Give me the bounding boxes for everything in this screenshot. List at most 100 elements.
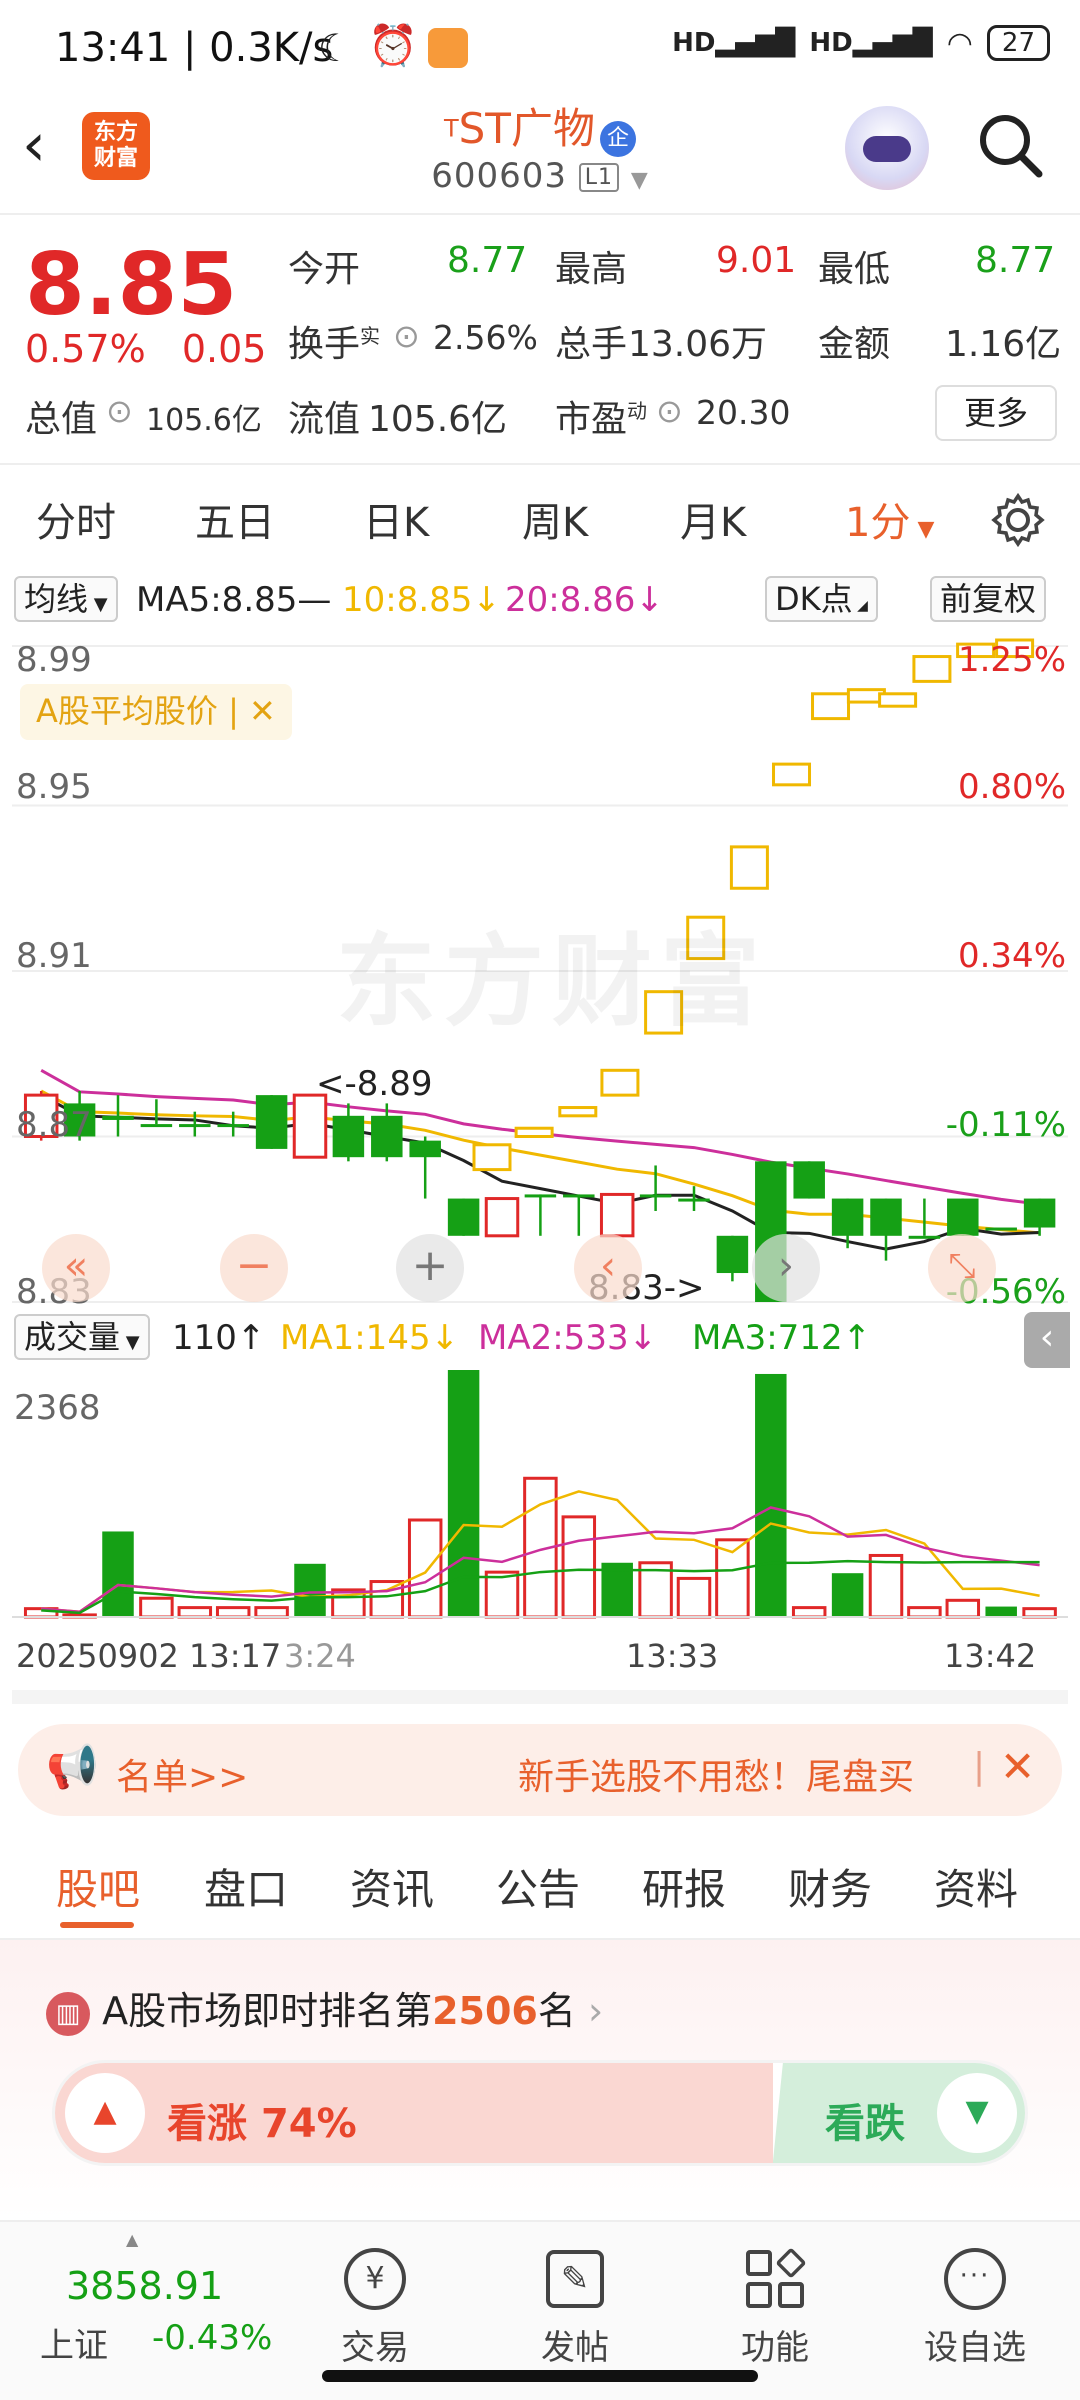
volume-bar [907, 1606, 942, 1619]
vote-up-label: 看涨 74% [167, 2101, 357, 2147]
rally-candle [772, 762, 812, 787]
volume-last: 110↑ [172, 1318, 266, 1358]
close-icon[interactable]: ✕ [1000, 1742, 1035, 1791]
index-ticker[interactable]: ▲ 3858.91 上证 -0.43% [30, 2230, 280, 2366]
info-icon-2[interactable]: ⊙ [106, 392, 133, 430]
tab-daily-k[interactable]: 日K [363, 490, 429, 548]
change-amount: 0.05 [181, 327, 267, 371]
scroll-left-button[interactable]: ‹ [574, 1234, 642, 1302]
volume-top-tick: 2368 [14, 1388, 101, 1428]
nav-add-watchlist[interactable]: ··· 设自选 [905, 2232, 1045, 2369]
tab-profile[interactable]: 资料 [934, 1856, 1018, 1917]
candle-body [870, 1198, 902, 1236]
volume-bar [215, 1606, 251, 1619]
candle-body [332, 1115, 365, 1158]
adjust-button[interactable]: 前复权 [930, 576, 1047, 622]
promo-banner[interactable]: 📢 名单>> 新手选股不用愁！尾盘买 | ✕ [18, 1724, 1062, 1816]
float-value: 105.6亿 [368, 399, 508, 440]
chart-bottom-divider [12, 1690, 1068, 1704]
tab-one-minute[interactable]: 1分 ▼ [845, 490, 934, 548]
rally-candle [600, 1068, 640, 1097]
candle-body [140, 1124, 173, 1128]
rally-candle [878, 692, 918, 708]
vote-up-fill [55, 2063, 773, 2163]
candle-body [716, 1235, 749, 1274]
tab-news[interactable]: 资讯 [350, 1856, 434, 1917]
collapse-tab[interactable]: ‹ [1024, 1312, 1070, 1368]
chart-watermark: 东方财富 [336, 923, 768, 1040]
y-tick-left-0: 8.99 [16, 640, 92, 680]
ma-selector[interactable]: 均线 ▼ [14, 576, 118, 622]
tab-weekly-k[interactable]: 周K [522, 490, 588, 548]
volume-bar [177, 1606, 213, 1619]
turnover-value: 2.56% [433, 318, 538, 357]
scroll-right-button[interactable]: › [752, 1234, 820, 1302]
index-value: 3858.91 [66, 2264, 224, 2308]
volume-ma1: MA1:145↓ [280, 1318, 460, 1358]
candle-body [947, 1198, 979, 1236]
volume-bar [755, 1373, 787, 1617]
zoom-out-button[interactable]: − [220, 1234, 288, 1302]
grid-icon [746, 2247, 807, 2308]
tab-intraday[interactable]: 分时 [36, 490, 116, 548]
open-label: 今开 [288, 249, 361, 290]
avg-price-chip[interactable]: A股平均股价 | ✕ [20, 684, 292, 740]
reset-zoom-button[interactable]: ⤡ [928, 1234, 996, 1302]
status-bar: 13:41 | 0.3K/s ☾ ⏰ HD▂▄▆█ HD▂▄▆█ ◠ 27 [0, 0, 1080, 90]
chevron-up-icon: ▲ [126, 2230, 139, 2249]
rank-row[interactable]: ▥ A股市场即时排名第2506名 › [46, 1980, 603, 2036]
dk-points-button[interactable]: DK点 ◢ [765, 576, 878, 622]
candle-body [908, 1235, 941, 1239]
tab-guba[interactable]: 股吧 [56, 1856, 140, 1917]
low-value: 8.77 [975, 240, 1056, 281]
zoom-in-button[interactable]: + [396, 1234, 464, 1302]
candle-body [217, 1124, 249, 1128]
tab-pankou[interactable]: 盘口 [204, 1856, 288, 1917]
vote-down-button[interactable]: ▼ [937, 2073, 1017, 2153]
volume-bar [985, 1606, 1017, 1617]
nav-functions[interactable]: 功能 [705, 2232, 845, 2369]
ma-row: 均线 ▼ MA5:8.85— 10:8.85↓ 20:8.86↓ DK点 ◢ 前… [0, 570, 1080, 630]
scroll-left-fast-button[interactable]: « [42, 1234, 110, 1302]
assistant-avatar[interactable] [845, 106, 929, 190]
volume-ma2: MA2:533↓ [478, 1318, 658, 1358]
volume-chart[interactable] [12, 1362, 1068, 1620]
nav-trade[interactable]: ¥ 交易 [305, 2232, 445, 2369]
search-icon[interactable] [975, 110, 1045, 180]
close-icon[interactable]: ✕ [249, 692, 276, 730]
rally-candle [472, 1143, 512, 1172]
banner-left-text: 名单>> [116, 1757, 249, 1798]
tab-five-day[interactable]: 五日 [195, 490, 275, 548]
vote-up-button[interactable]: ▲ [65, 2073, 145, 2153]
volume-selector[interactable]: 成交量 ▼ [14, 1314, 150, 1360]
info-icon[interactable]: ⊙ [393, 317, 420, 355]
rally-candle [729, 845, 769, 890]
tab-research[interactable]: 研报 [642, 1856, 726, 1917]
rally-candle [912, 655, 952, 683]
candle-body [371, 1115, 403, 1158]
float-label: 流值 [288, 399, 361, 440]
more-button[interactable]: 更多 [935, 385, 1057, 441]
tab-finance[interactable]: 财务 [788, 1856, 872, 1917]
tab-announcements[interactable]: 公告 [496, 1856, 580, 1917]
time-axis-start: 20250902 13:17 [16, 1637, 282, 1675]
time-axis-1: 3:24 [284, 1637, 356, 1675]
high-value: 9.01 [716, 240, 797, 281]
candle-body [292, 1093, 328, 1159]
volume-bar [254, 1606, 289, 1619]
tab-monthly-k[interactable]: 月K [680, 490, 746, 548]
price-change: 0.57% 0.05 [25, 327, 266, 371]
quote-panel: 8.85 0.57% 0.05 今开 8.77 最高 9.01 最低 8.77 … [0, 215, 1080, 465]
moon-icon: ☾ [318, 26, 353, 70]
turnover-label: 换手实 [288, 324, 381, 365]
info-icon-3[interactable]: ⊙ [656, 392, 683, 430]
tab-active-indicator [60, 1922, 134, 1928]
candle-body [793, 1161, 825, 1199]
settings-gear-icon[interactable] [990, 492, 1046, 548]
y-tick-right-3: -0.11% [945, 1105, 1066, 1145]
nav-post[interactable]: ✎ 发帖 [505, 2232, 645, 2369]
candle-body [563, 1194, 595, 1198]
amount-value: 1.16亿 [945, 324, 1062, 365]
ma20-value: 20:8.86↓ [505, 580, 664, 620]
current-price: 8.85 [25, 235, 238, 335]
